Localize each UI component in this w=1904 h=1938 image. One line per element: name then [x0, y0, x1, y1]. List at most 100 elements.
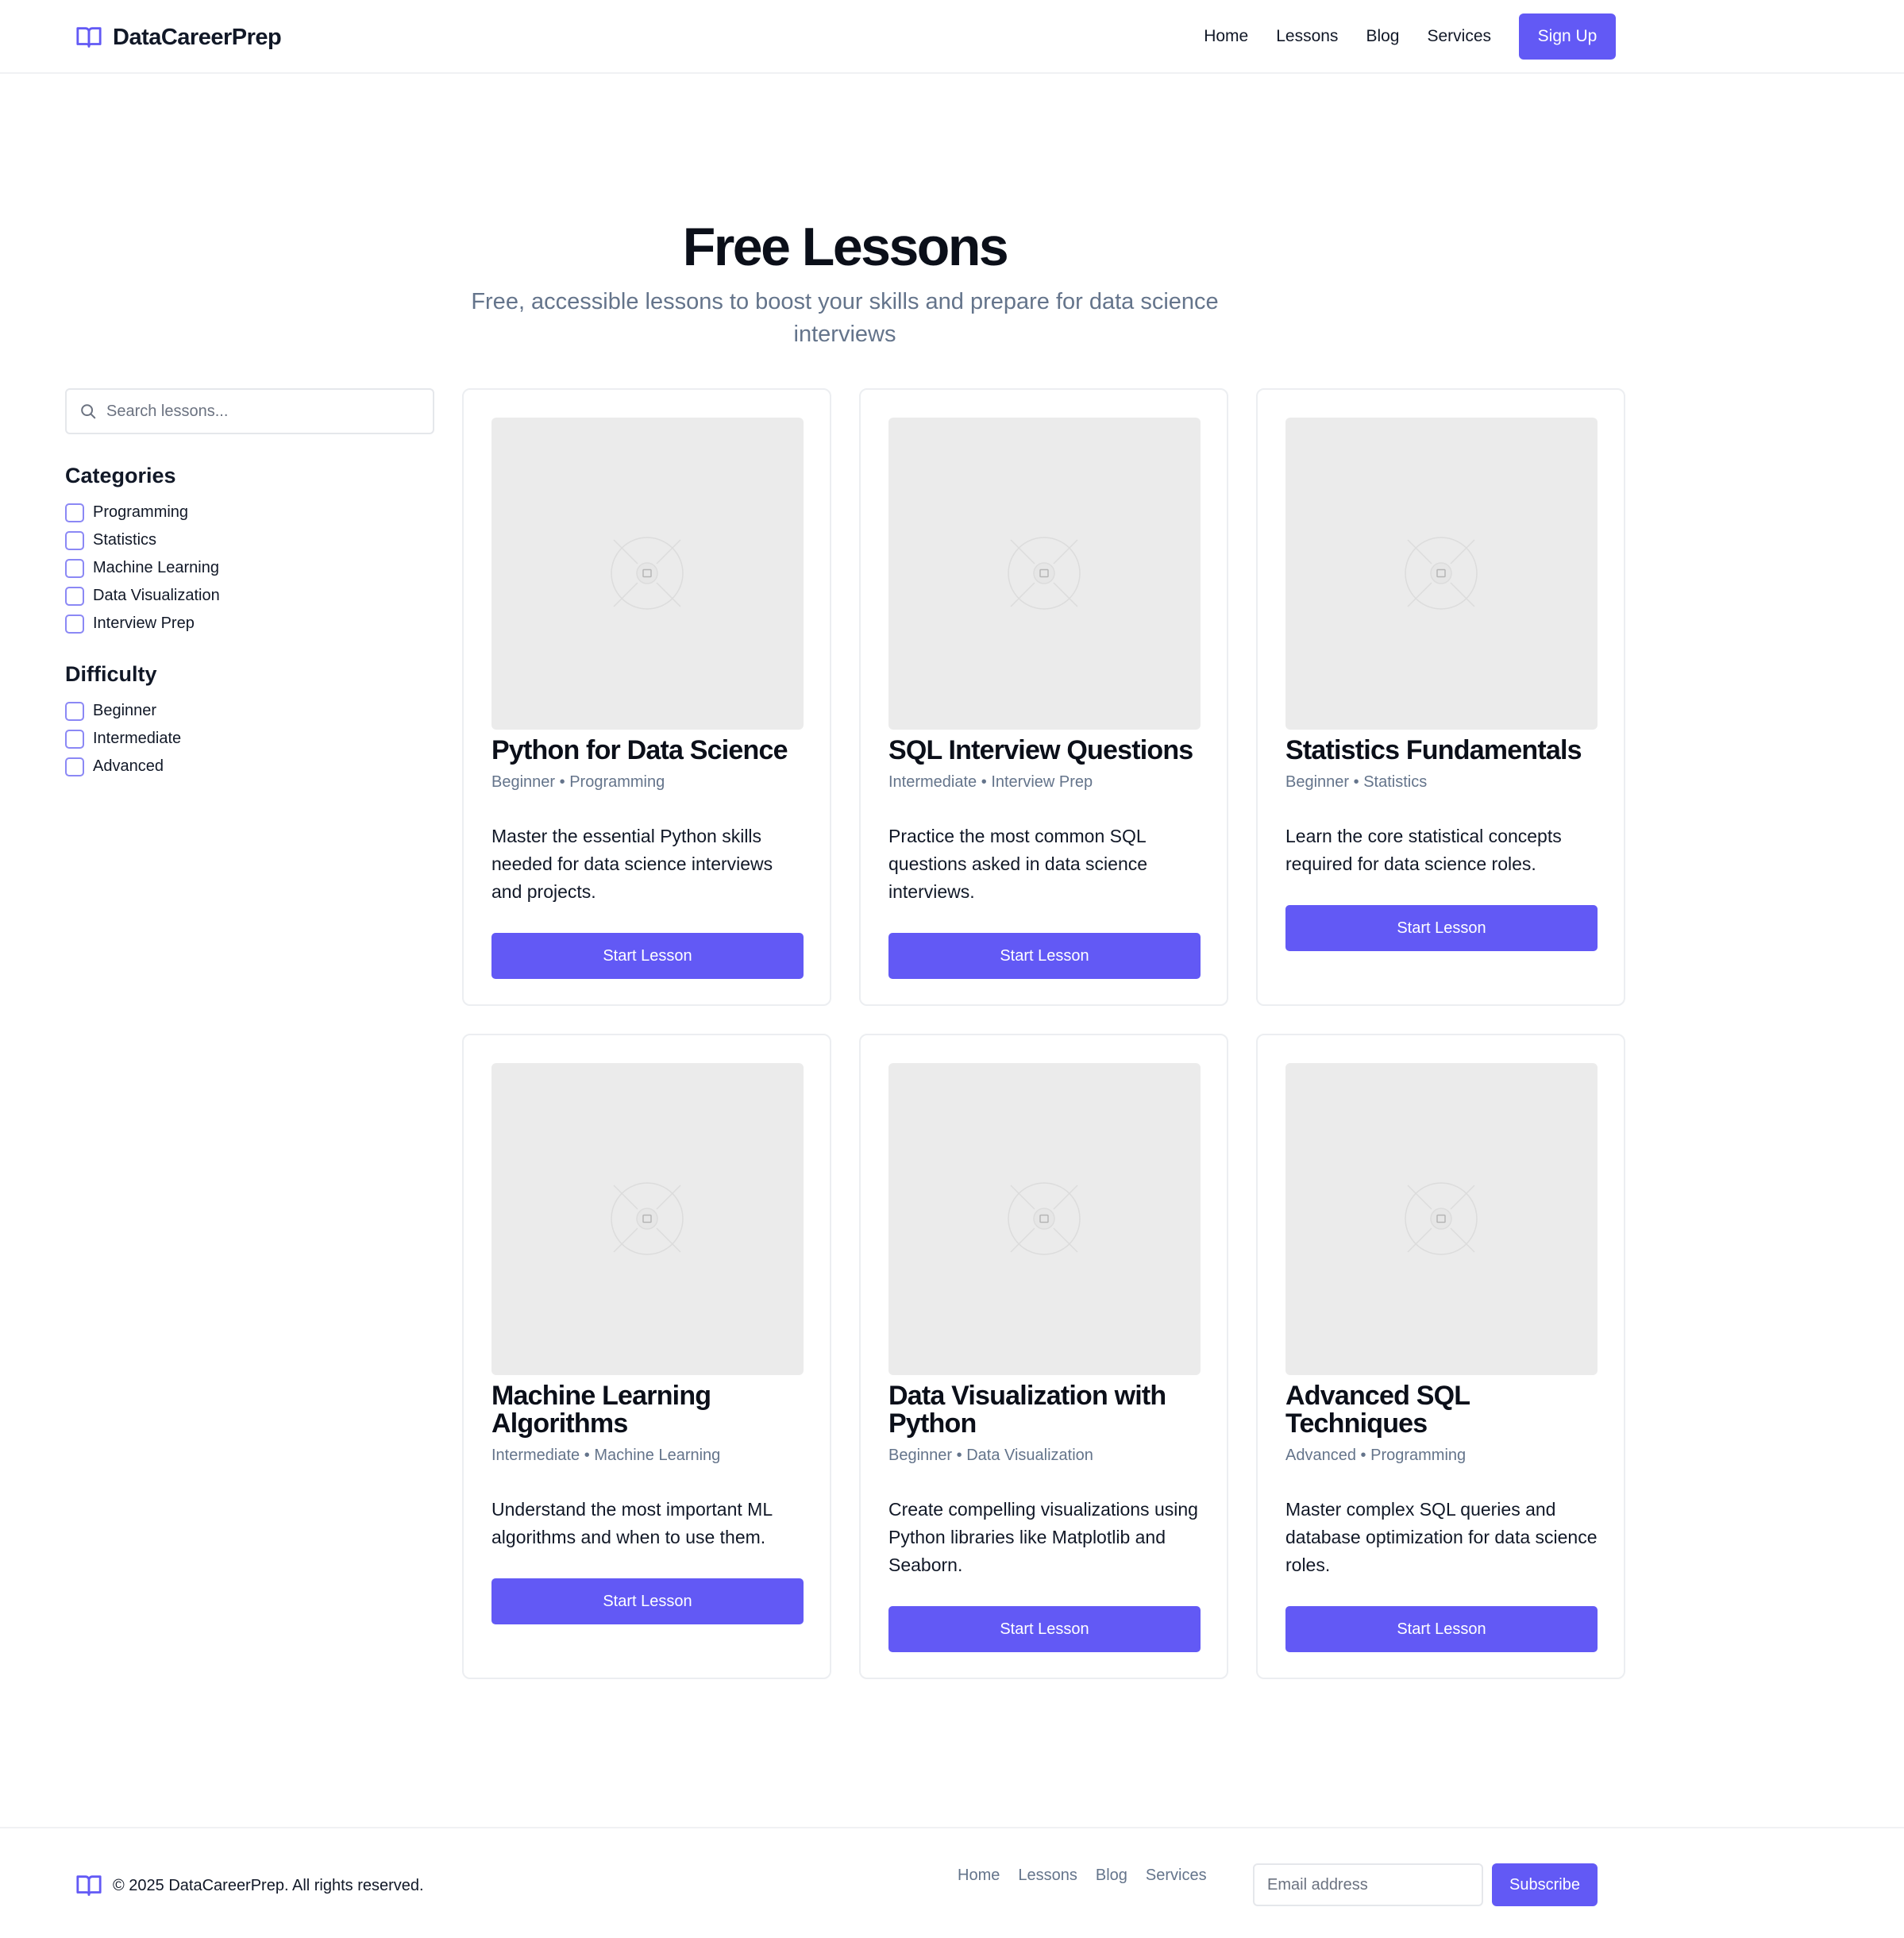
- lesson-description: Understand the most important ML algorit…: [491, 1499, 773, 1547]
- image-placeholder-icon: [1405, 537, 1478, 610]
- meta-separator: •: [559, 773, 565, 791]
- checkbox[interactable]: [65, 558, 84, 578]
- filter-programming[interactable]: Programming: [65, 499, 220, 526]
- footer-nav: Home Lessons Blog Services: [958, 1867, 1225, 1885]
- lesson-description: Create compelling visualizations using P…: [888, 1499, 1198, 1575]
- lesson-card: Data Visualization with Python Beginner …: [859, 1034, 1228, 1679]
- filter-intermediate[interactable]: Intermediate: [65, 725, 181, 753]
- open-book-icon: [76, 27, 102, 48]
- filter-label: Beginner: [93, 702, 157, 719]
- lesson-meta: Beginner • Statistics: [1285, 773, 1427, 792]
- lesson-thumbnail: [491, 1063, 804, 1375]
- footer-nav-blog[interactable]: Blog: [1096, 1867, 1127, 1885]
- site-footer: © 2025 DataCareerPrep. All rights reserv…: [0, 1827, 1904, 1938]
- page-title: Free Lessons: [682, 217, 1009, 277]
- lesson-level: Beginner: [1285, 773, 1350, 791]
- lesson-description: Practice the most common SQL questions a…: [888, 826, 1148, 902]
- lesson-level: Intermediate: [888, 773, 977, 791]
- search-icon: [81, 404, 96, 419]
- filter-label: Programming: [93, 503, 189, 521]
- subscribe-button[interactable]: Subscribe: [1492, 1863, 1598, 1906]
- lesson-category: Data Visualization: [966, 1447, 1093, 1464]
- lesson-category: Programming: [569, 773, 665, 791]
- lesson-thumbnail: [888, 418, 1201, 730]
- lesson-title: SQL Interview Questions: [888, 735, 1193, 765]
- filter-interview-prep[interactable]: Interview Prep: [65, 610, 220, 638]
- lesson-description: Master the essential Python skills neede…: [491, 826, 773, 902]
- lesson-category: Statistics: [1363, 773, 1428, 791]
- footer-nav-services[interactable]: Services: [1146, 1867, 1207, 1885]
- nav-home[interactable]: Home: [1204, 27, 1248, 46]
- filter-beginner[interactable]: Beginner: [65, 697, 181, 725]
- lesson-thumbnail: [491, 418, 804, 730]
- site-logo[interactable]: DataCareerPrep: [75, 22, 282, 52]
- start-lesson-button[interactable]: Start Lesson: [491, 1578, 804, 1624]
- filter-statistics[interactable]: Statistics: [65, 526, 220, 554]
- start-lesson-button[interactable]: Start Lesson: [888, 1606, 1201, 1652]
- lesson-category: Programming: [1370, 1447, 1467, 1464]
- lesson-card: SQL Interview Questions Intermediate • I…: [859, 388, 1228, 1006]
- lesson-meta: Advanced • Programming: [1285, 1447, 1466, 1465]
- footer-nav-lessons[interactable]: Lessons: [1018, 1867, 1077, 1885]
- sign-up-button[interactable]: Sign Up: [1519, 13, 1616, 60]
- checkbox[interactable]: [65, 701, 84, 721]
- lesson-card: Advanced SQL Techniques Advanced • Progr…: [1256, 1034, 1625, 1679]
- lesson-title: Advanced SQL Techniques: [1285, 1381, 1470, 1439]
- lesson-title: Machine Learning Algorithms: [491, 1381, 711, 1439]
- checkbox[interactable]: [65, 530, 84, 550]
- image-placeholder-icon: [611, 1182, 684, 1255]
- logo-text: DataCareerPrep: [113, 24, 282, 50]
- start-lesson-button[interactable]: Start Lesson: [491, 933, 804, 979]
- email-input[interactable]: [1253, 1863, 1483, 1906]
- page-subtitle: Free, accessible lessons to boost your s…: [471, 289, 1219, 347]
- lesson-category: Machine Learning: [594, 1447, 721, 1464]
- lesson-card: Machine Learning Algorithms Intermediate…: [462, 1034, 831, 1679]
- start-lesson-button[interactable]: Start Lesson: [1285, 1606, 1598, 1652]
- start-lesson-button[interactable]: Start Lesson: [1285, 905, 1598, 951]
- site-header: DataCareerPrep Home Lessons Blog Service…: [0, 0, 1904, 74]
- image-placeholder-icon: [1008, 1182, 1081, 1255]
- filter-label: Statistics: [93, 531, 157, 549]
- nav-blog[interactable]: Blog: [1366, 27, 1399, 46]
- filter-label: Intermediate: [93, 730, 182, 747]
- nav-lessons[interactable]: Lessons: [1276, 27, 1338, 46]
- lesson-card: Statistics Fundamentals Beginner • Stati…: [1256, 388, 1625, 1006]
- lesson-thumbnail: [1285, 1063, 1598, 1375]
- checkbox[interactable]: [65, 729, 84, 749]
- footer-brand: © 2025 DataCareerPrep. All rights reserv…: [75, 1872, 424, 1899]
- meta-separator: •: [1353, 773, 1359, 791]
- checkbox[interactable]: [65, 503, 84, 522]
- meta-separator: •: [1360, 1447, 1366, 1464]
- lesson-title: Python for Data Science: [491, 735, 788, 765]
- filter-label: Data Visualization: [93, 587, 220, 604]
- nav-services[interactable]: Services: [1427, 27, 1491, 46]
- filter-label: Advanced: [93, 757, 164, 775]
- copyright-text: © 2025 DataCareerPrep. All rights reserv…: [113, 1876, 424, 1894]
- filter-label: Interview Prep: [93, 615, 195, 632]
- difficulty-heading: Difficulty: [65, 662, 157, 686]
- filter-label: Machine Learning: [93, 559, 219, 576]
- filter-machine-learning[interactable]: Machine Learning: [65, 554, 220, 582]
- image-placeholder-icon: [611, 537, 684, 610]
- image-placeholder-icon: [1008, 537, 1081, 610]
- difficulty-filters: Beginner Intermediate Advanced: [65, 697, 181, 780]
- categories-heading: Categories: [65, 464, 176, 487]
- footer-nav-home[interactable]: Home: [958, 1867, 1000, 1885]
- search-input[interactable]: [106, 402, 424, 421]
- image-placeholder-icon: [1405, 1182, 1478, 1255]
- lesson-description: Master complex SQL queries and database …: [1285, 1499, 1598, 1575]
- filter-advanced[interactable]: Advanced: [65, 753, 181, 780]
- main-nav: Home Lessons Blog Services Sign Up: [1176, 13, 1616, 60]
- filter-data-visualization[interactable]: Data Visualization: [65, 582, 220, 610]
- open-book-icon: [76, 1875, 102, 1896]
- checkbox[interactable]: [65, 614, 84, 634]
- lesson-meta: Intermediate • Machine Learning: [491, 1447, 720, 1465]
- search-box: [65, 388, 434, 434]
- lesson-meta: Intermediate • Interview Prep: [888, 773, 1093, 792]
- lesson-title: Statistics Fundamentals: [1285, 735, 1582, 765]
- meta-separator: •: [584, 1447, 590, 1464]
- lesson-thumbnail: [1285, 418, 1598, 730]
- checkbox[interactable]: [65, 586, 84, 606]
- checkbox[interactable]: [65, 757, 84, 776]
- start-lesson-button[interactable]: Start Lesson: [888, 933, 1201, 979]
